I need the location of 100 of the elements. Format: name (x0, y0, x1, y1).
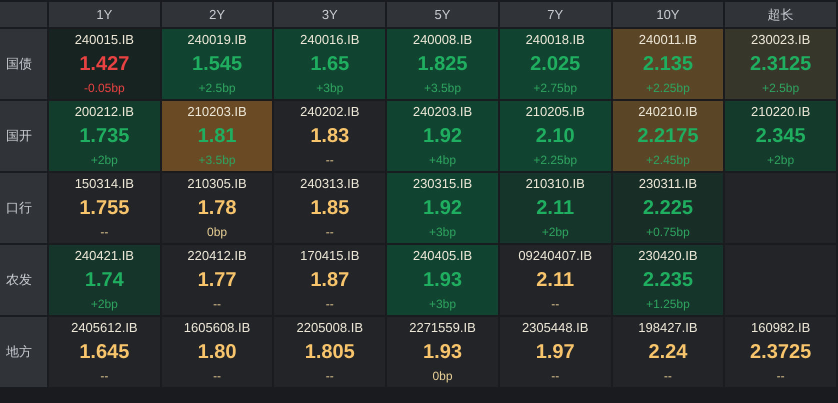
bond-code: 1605608.IB (184, 319, 250, 337)
yield-value: 1.78 (198, 196, 237, 221)
change-value: -- (326, 224, 334, 241)
change-value: -- (551, 296, 560, 313)
yield-value: 1.93 (423, 340, 462, 365)
bond-code: 220412.IB (187, 247, 247, 265)
bond-code: 240405.IB (412, 247, 472, 265)
yield-value: 2.225 (642, 196, 693, 221)
bond-code: 240210.IB (638, 103, 698, 121)
change-value: -- (100, 368, 108, 385)
change-value: +2.45bp (646, 152, 690, 169)
column-header: 1Y (49, 2, 160, 27)
bond-code: 198427.IB (638, 319, 698, 337)
bond-code: 210205.IB (526, 103, 585, 121)
yield-value: 2.11 (536, 268, 574, 293)
bond-code: 230315.IB (412, 175, 472, 193)
change-value: +2bp (767, 152, 794, 169)
bond-code: 240313.IB (300, 175, 360, 193)
change-value: +2bp (90, 152, 118, 169)
column-header: 2Y (162, 2, 272, 27)
bond-code: 210305.IB (187, 175, 247, 193)
change-value: +2.5bp (762, 80, 800, 97)
yield-value: 1.87 (310, 268, 350, 293)
row-label: 国开 (0, 101, 47, 171)
change-value: -- (100, 224, 108, 241)
yield-value: 1.545 (192, 52, 242, 77)
yield-value: 1.97 (536, 340, 575, 365)
yield-value: 1.65 (310, 52, 350, 77)
change-value: +3.5bp (424, 80, 462, 97)
change-value: -- (213, 296, 222, 313)
change-value: -- (326, 152, 334, 169)
change-value: -- (776, 368, 785, 385)
change-value: +2bp (542, 224, 569, 241)
change-value: -- (326, 368, 334, 385)
bond-code: 2305448.IB (522, 319, 588, 337)
column-header: 超长 (725, 2, 836, 27)
bond-code: 240011.IB (638, 31, 698, 49)
yield-value: 1.83 (310, 124, 350, 149)
yield-value: 1.81 (198, 124, 237, 149)
change-value: +2.5bp (198, 80, 236, 97)
change-value: -- (213, 368, 222, 385)
bond-code: 240421.IB (74, 247, 134, 265)
change-value: +2.25bp (533, 152, 578, 169)
bond-code: 240203.IB (412, 103, 472, 121)
bond-code: 210310.IB (526, 175, 585, 193)
yield-value: 2.3725 (750, 340, 812, 365)
header-background (0, 2, 47, 27)
bond-code: 240016.IB (300, 31, 360, 49)
change-value: +3bp (428, 224, 456, 241)
change-value: -0.05bp (84, 80, 125, 97)
yield-value: 2.345 (756, 124, 806, 149)
yield-value: 1.74 (84, 268, 124, 293)
bond-code: 2405612.IB (71, 319, 138, 337)
change-value: -- (326, 296, 334, 313)
bond-code: 2205008.IB (296, 319, 364, 337)
row-label: 农发 (0, 245, 47, 315)
bond-code: 240015.IB (74, 31, 134, 49)
yield-value: 2.025 (530, 52, 580, 77)
bond-code: 240202.IB (300, 103, 360, 121)
yield-value: 1.825 (417, 52, 468, 77)
column-header: 10Y (612, 2, 724, 27)
bond-code: 160982.IB (751, 319, 810, 337)
row-label: 地方 (0, 317, 47, 387)
yield-value: 1.805 (304, 340, 355, 365)
column-header: 5Y (387, 2, 498, 27)
yield-value: 1.645 (79, 340, 130, 365)
bond-code: 2271559.IB (409, 319, 476, 337)
bond-code: 09240407.IB (518, 247, 592, 265)
change-value: +3bp (316, 80, 344, 97)
change-value: +4bp (428, 152, 456, 169)
bond-code: 240018.IB (526, 31, 585, 49)
yield-value: 2.235 (642, 268, 693, 293)
change-value: +0.75bp (646, 224, 690, 241)
yield-value: 1.85 (310, 196, 350, 221)
row-label: 口行 (0, 173, 47, 243)
yield-value: 2.2175 (637, 124, 698, 149)
column-header: 7Y (500, 2, 611, 27)
bond-code: 230023.IB (751, 31, 810, 49)
bond-code: 150314.IB (74, 175, 134, 193)
bond-code: 230420.IB (638, 247, 698, 265)
change-value: +2.75bp (533, 80, 578, 97)
change-value: +3.5bp (198, 152, 236, 169)
yield-value: 2.10 (536, 124, 575, 149)
yield-value: 2.11 (536, 196, 574, 221)
yield-value: 2.24 (648, 340, 688, 365)
bond-code: 230311.IB (638, 175, 698, 193)
row-label: 国债 (0, 29, 47, 99)
change-value: -- (551, 368, 560, 385)
yield-value: 1.755 (79, 196, 130, 221)
yield-value: 1.427 (79, 52, 130, 77)
bond-code: 240019.IB (187, 31, 247, 49)
yield-value: 2.3125 (750, 52, 812, 77)
yield-value: 1.77 (198, 268, 237, 293)
yield-value: 2.135 (642, 52, 693, 77)
bond-code: 200212.IB (74, 103, 134, 121)
bond-code: 210220.IB (751, 103, 810, 121)
yield-value: 1.92 (423, 124, 462, 149)
yield-value: 1.80 (198, 340, 237, 365)
change-value: +2bp (90, 296, 118, 313)
change-value: -- (664, 368, 672, 385)
